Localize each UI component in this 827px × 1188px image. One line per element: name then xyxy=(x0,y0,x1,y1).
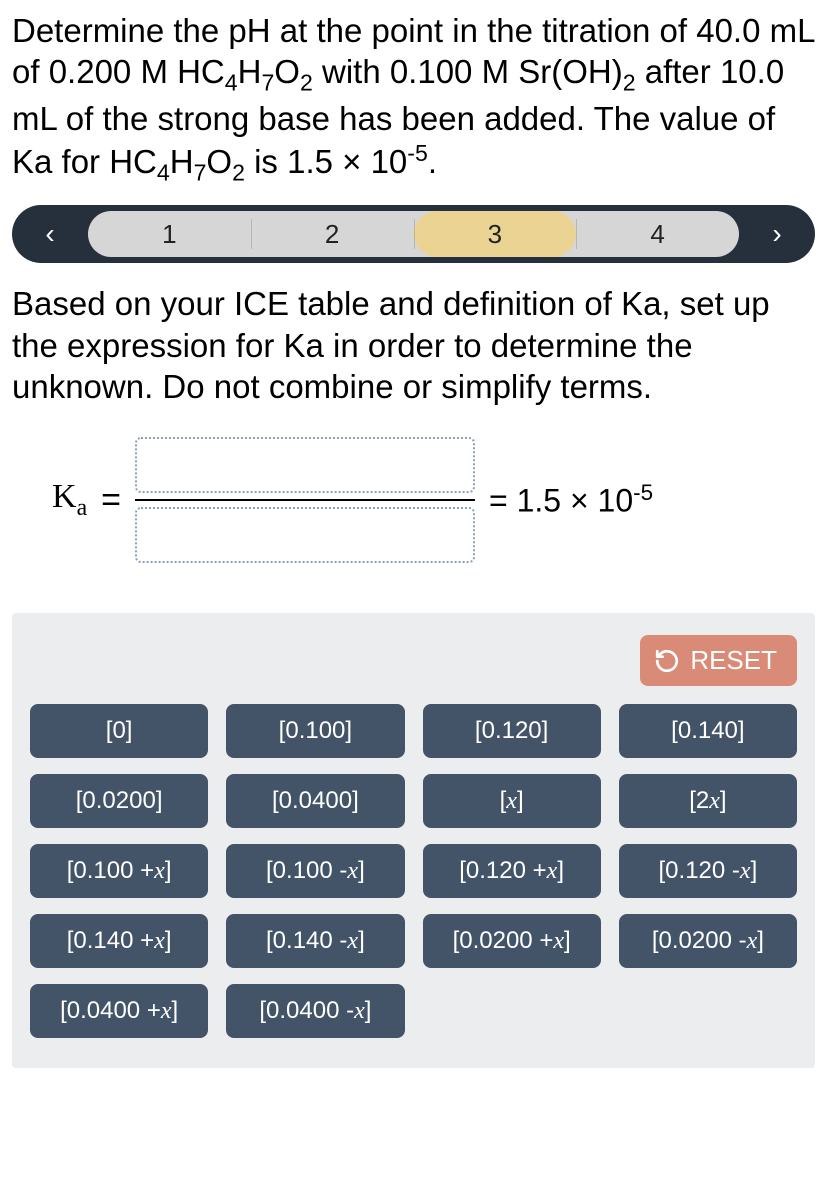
undo-icon xyxy=(654,648,680,674)
answer-tile[interactable]: [0.0200 - x] xyxy=(619,914,797,968)
step-1[interactable]: 1 xyxy=(88,211,251,257)
answer-tile[interactable]: [0.0200 + x] xyxy=(423,914,601,968)
answer-tile[interactable]: [0.100 - x] xyxy=(226,844,404,898)
answer-tile[interactable]: [0.140 + x] xyxy=(30,914,208,968)
answer-tile[interactable]: [0.0400 - x] xyxy=(226,984,404,1038)
answer-tile[interactable]: [0.0400] xyxy=(226,774,404,828)
ka-value: = 1.5 × 10-5 xyxy=(489,480,653,520)
step-4[interactable]: 4 xyxy=(576,211,739,257)
reset-button[interactable]: RESET xyxy=(640,635,797,686)
answer-tile[interactable]: [2x] xyxy=(619,774,797,828)
answer-tile[interactable]: [0.120] xyxy=(423,704,601,758)
answer-tile-area: RESET [0][0.100][0.120][0.140][0.0200][0… xyxy=(12,613,815,1068)
instruction-text: Based on your ICE table and definition o… xyxy=(12,283,815,407)
answer-tile[interactable]: [x] xyxy=(423,774,601,828)
fraction xyxy=(135,437,475,563)
question-text: Determine the pH at the point in the tit… xyxy=(12,10,815,187)
fraction-bar xyxy=(135,499,475,501)
prev-arrow[interactable]: ‹ xyxy=(18,211,82,257)
answer-tile[interactable]: [0.120 - x] xyxy=(619,844,797,898)
reset-label: RESET xyxy=(690,645,777,676)
step-list: 1234 xyxy=(88,211,739,257)
numerator-dropzone[interactable] xyxy=(135,437,475,493)
step-nav: ‹ 1234 › xyxy=(12,205,815,263)
equals-sign: = xyxy=(101,481,121,520)
step-3[interactable]: 3 xyxy=(414,211,577,257)
denominator-dropzone[interactable] xyxy=(135,507,475,563)
equation: Ka = = 1.5 × 10-5 xyxy=(52,437,815,563)
answer-tile[interactable]: [0.140] xyxy=(619,704,797,758)
answer-tile[interactable]: [0.140 - x] xyxy=(226,914,404,968)
answer-tile[interactable]: [0.120 + x] xyxy=(423,844,601,898)
answer-tile[interactable]: [0.100 + x] xyxy=(30,844,208,898)
answer-tile[interactable]: [0.0200] xyxy=(30,774,208,828)
ka-symbol: Ka xyxy=(52,478,87,522)
tile-grid: [0] [0.100] [0.120] [0.140] [0.0200] [0.0400]… xyxy=(30,704,797,1038)
step-2[interactable]: 2 xyxy=(251,211,414,257)
answer-tile[interactable]: [0.100] xyxy=(226,704,404,758)
answer-tile[interactable]: [0.0400 + x] xyxy=(30,984,208,1038)
answer-tile[interactable]: [0] xyxy=(30,704,208,758)
next-arrow[interactable]: › xyxy=(745,211,809,257)
